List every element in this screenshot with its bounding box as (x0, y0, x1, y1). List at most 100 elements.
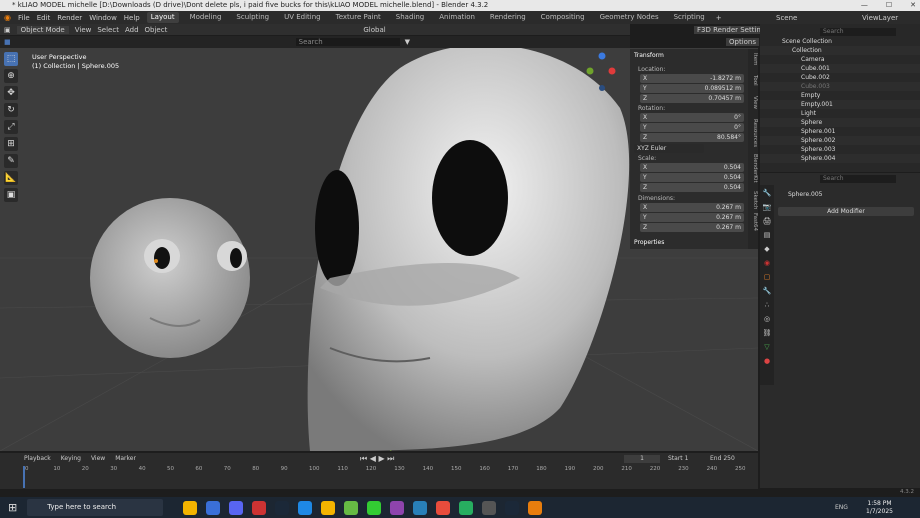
add-modifier-button[interactable]: Add Modifier (778, 207, 914, 216)
menu-render[interactable]: Render (57, 14, 82, 22)
outliner-row-collection[interactable]: Collection (760, 46, 920, 55)
tab-compositing[interactable]: Compositing (537, 12, 589, 23)
timeline-ruler[interactable]: 0 10 20 30 40 50 60 70 80 90 100 110 120 130 140 150 160… (0, 466, 758, 476)
tab-geometry-nodes[interactable]: Geometry Nodes (596, 12, 663, 23)
rotate-tool-icon[interactable]: ↻ (4, 103, 18, 117)
maximize-icon[interactable]: ☐ (886, 0, 892, 11)
outliner-row-empty-001[interactable]: Empty.001 (760, 100, 920, 109)
properties-header[interactable]: Properties (634, 238, 664, 247)
ntab-resources[interactable]: Resources (748, 119, 758, 147)
app-icon-8[interactable] (482, 500, 497, 515)
dimensions-y-field[interactable]: Y 0.267 m (640, 213, 744, 222)
outliner-row-camera[interactable]: Camera (760, 55, 920, 64)
viewport-search-input[interactable]: Search (295, 38, 400, 46)
ntab-fast64[interactable]: Fast64 (748, 213, 758, 231)
outliner-row-sphere-004[interactable]: Sphere.004 (760, 154, 920, 163)
app-icon-1[interactable] (206, 500, 221, 515)
windows-start-icon[interactable]: ⊞ (8, 501, 17, 514)
menu-add[interactable]: Add (125, 26, 139, 34)
outliner-row-cube-002[interactable]: Cube.002 (760, 73, 920, 82)
transform-tool-icon[interactable]: ⊞ (4, 137, 18, 151)
ntab-tool[interactable]: Tool (748, 75, 758, 86)
discord-icon[interactable] (229, 500, 244, 515)
tab-sculpting[interactable]: Sculpting (232, 12, 273, 23)
xbox-icon[interactable] (459, 500, 474, 515)
steam-icon-2[interactable] (505, 500, 520, 515)
menu-view[interactable]: View (75, 26, 92, 34)
app-icon-6[interactable] (413, 500, 428, 515)
material-tab-icon[interactable]: ● (762, 356, 772, 366)
object-tab-icon[interactable]: ▢ (762, 272, 772, 282)
outliner-row-light[interactable]: Light (760, 109, 920, 118)
properties-search-input[interactable]: Search (820, 175, 896, 183)
outliner-row-sphere-001[interactable]: Sphere.001 (760, 127, 920, 136)
ntab-sketch[interactable]: Sketch (748, 191, 758, 210)
start-frame-field[interactable]: Start 1 (668, 455, 688, 462)
scene-tab-icon[interactable]: ◆ (762, 244, 772, 254)
scale-x-field[interactable]: X 0.504 (640, 163, 744, 172)
location-x-field[interactable]: X -1.8272 m (640, 74, 744, 83)
menu-keying[interactable]: Keying (61, 455, 81, 462)
transform-header[interactable]: Transform (634, 51, 664, 60)
tool-tab-icon[interactable]: 🔧 (762, 188, 772, 198)
scale-z-field[interactable]: Z 0.504 (640, 183, 744, 192)
cursor-tool-icon[interactable]: ⊕ (4, 69, 18, 83)
tab-texture-paint[interactable]: Texture Paint (332, 12, 385, 23)
app-icon-5[interactable] (390, 500, 405, 515)
app-icon-4[interactable] (344, 500, 359, 515)
scene-selector[interactable]: Scene (776, 14, 797, 22)
close-icon[interactable]: ✕ (910, 0, 916, 11)
rotation-z-field[interactable]: Z 80.584° (640, 133, 744, 142)
physics-tab-icon[interactable]: ◎ (762, 314, 772, 324)
options-dropdown[interactable]: Options (726, 38, 760, 46)
app-icon-7[interactable] (436, 500, 451, 515)
current-frame-field[interactable]: 1 (624, 455, 660, 463)
tab-uv-editing[interactable]: UV Editing (280, 12, 325, 23)
particles-tab-icon[interactable]: ∴ (762, 300, 772, 310)
end-frame-field[interactable]: End 250 (710, 455, 735, 462)
app-icon-2[interactable] (252, 500, 267, 515)
outliner-row-sphere[interactable]: Sphere (760, 118, 920, 127)
language-indicator[interactable]: ENG (835, 504, 848, 511)
measure-tool-icon[interactable]: 📐 (4, 171, 18, 185)
scale-y-field[interactable]: Y 0.504 (640, 173, 744, 182)
tab-scripting[interactable]: Scripting (670, 12, 709, 23)
menu-marker[interactable]: Marker (115, 455, 136, 462)
menu-file[interactable]: File (18, 14, 30, 22)
select-box-tool-icon[interactable]: ⬚ (4, 52, 18, 66)
view-layer-selector[interactable]: ViewLayer (862, 14, 898, 22)
data-tab-icon[interactable]: ▽ (762, 342, 772, 352)
select-box-icon[interactable]: ■ (4, 38, 11, 46)
taskbar-clock[interactable]: 1:58 PM 1/7/2025 (866, 500, 893, 516)
location-y-field[interactable]: Y 0.089512 m (640, 84, 744, 93)
constraints-tab-icon[interactable]: ⛓ (762, 328, 772, 338)
world-tab-icon[interactable]: ◉ (762, 258, 772, 268)
tab-layout[interactable]: Layout (146, 12, 179, 23)
editor-type-icon[interactable]: ▣ (4, 26, 11, 34)
outliner-row-sphere-002[interactable]: Sphere.002 (760, 136, 920, 145)
menu-edit[interactable]: Edit (37, 14, 51, 22)
outliner-row-sphere-003[interactable]: Sphere.003 (760, 145, 920, 154)
blender-taskbar-icon[interactable] (528, 500, 543, 515)
outliner-row-scene-collection[interactable]: Scene Collection (760, 37, 920, 46)
app-icon-3[interactable] (298, 500, 313, 515)
playhead[interactable] (23, 466, 31, 488)
add-workspace-icon[interactable]: + (716, 14, 722, 22)
tab-animation[interactable]: Animation (435, 12, 479, 23)
menu-help[interactable]: Help (124, 14, 140, 22)
scale-tool-icon[interactable]: ⤢ (4, 120, 18, 134)
add-cube-tool-icon[interactable]: ▣ (4, 188, 18, 202)
rotation-x-field[interactable]: X 0° (640, 113, 744, 122)
dimensions-x-field[interactable]: X 0.267 m (640, 203, 744, 212)
chrome-icon[interactable] (183, 500, 198, 515)
rotation-y-field[interactable]: Y 0° (640, 123, 744, 132)
ntab-item[interactable]: Item (748, 53, 758, 66)
minecraft-icon[interactable] (367, 500, 382, 515)
minimize-icon[interactable]: — (861, 0, 868, 11)
outliner-row-empty[interactable]: Empty (760, 91, 920, 100)
view-layer-tab-icon[interactable]: ▤ (762, 230, 772, 240)
properties-object-name[interactable]: Sphere.005 (788, 191, 823, 198)
taskbar-search-box[interactable]: Type here to search (27, 499, 164, 516)
menu-window[interactable]: Window (89, 14, 117, 22)
filter-icon[interactable]: ▼ (405, 38, 410, 46)
